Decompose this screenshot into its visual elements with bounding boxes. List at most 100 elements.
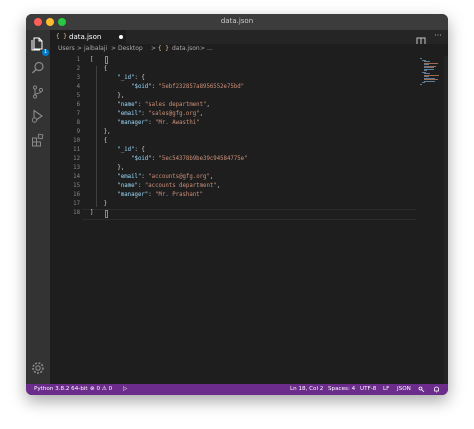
breadcrumb-separator: > (151, 45, 157, 52)
line-text: "email": "sales@gfg.org", (117, 111, 204, 117)
line-number: 5 (76, 93, 80, 99)
code-line[interactable]: 17 } (50, 200, 448, 209)
breadcrumb-item[interactable]: Desktop (118, 45, 143, 52)
code-editor[interactable]: 1[2 {3 "_id": {4 "$oid": "5ebf232857a895… (50, 56, 448, 384)
feedback-icon[interactable] (418, 386, 425, 395)
code-line[interactable]: 7 "email": "sales@gfg.org", (50, 110, 448, 119)
more-actions-button[interactable]: ··· (433, 32, 443, 42)
line-number: 14 (73, 174, 80, 180)
breadcrumb: Users > jaibalaji > Desktop > { } data.j… (50, 44, 448, 55)
gear-icon[interactable] (30, 360, 46, 376)
code-line[interactable]: 15 "name": "accounts department", (50, 182, 448, 191)
line-number: 4 (76, 84, 80, 90)
line-number: 9 (76, 129, 80, 135)
code-line[interactable]: 4 "$oid": "5ebf232857a8956552e75bd" (50, 83, 448, 92)
vertical-scrollbar[interactable] (444, 56, 448, 384)
line-number: 6 (76, 102, 80, 108)
line-number: 16 (73, 192, 80, 198)
split-editor-icon[interactable] (416, 32, 426, 47)
code-line[interactable]: 10 { (50, 137, 448, 146)
code-line[interactable]: 16 "manager": "Mr. Prashant" (50, 191, 448, 200)
line-number: 1 (76, 57, 80, 63)
json-file-icon: { } (158, 45, 169, 52)
tab-bar: { } data.json ··· (50, 30, 448, 47)
json-file-icon: { } (56, 33, 67, 40)
line-text: "$oid": "5ec54378b9be39c94584775e" (131, 156, 248, 162)
unsaved-dot-icon[interactable] (119, 35, 123, 39)
line-number: 8 (76, 120, 80, 126)
explorer-icon[interactable]: 1 (30, 36, 49, 56)
cursor-position[interactable]: Ln 18, Col 2 (290, 386, 323, 392)
line-text: { (90, 66, 108, 72)
breadcrumb-item[interactable]: jaibalaji (84, 45, 107, 52)
tab-data-json[interactable]: { } data.json (50, 30, 126, 44)
vscode-window: data.json 1 { } data.json ··· Users > ja… (26, 14, 448, 395)
run-debug-icon[interactable] (30, 108, 46, 124)
line-text: "$oid": "5ebf232857a8956552e75bd" (131, 84, 245, 90)
run-icon[interactable]: ▷ (123, 386, 127, 392)
extensions-icon[interactable] (30, 132, 46, 148)
indentation-button[interactable]: Spaces: 4 (328, 386, 355, 392)
bell-icon[interactable] (433, 386, 440, 395)
line-text: [ (90, 57, 94, 63)
activity-bar: 1 (26, 30, 50, 384)
minimap[interactable] (418, 56, 444, 86)
line-text: "name": "sales department", (117, 102, 210, 108)
code-line[interactable]: 5 }, (50, 92, 448, 101)
eol-button[interactable]: LF (383, 386, 389, 392)
code-line[interactable]: 14 "email": "accounts@gfg.org", (50, 173, 448, 182)
line-text: "email": "accounts@gfg.org", (117, 174, 214, 180)
line-text: } (90, 201, 108, 207)
breadcrumb-item[interactable]: ... (207, 45, 213, 52)
line-number: 15 (73, 183, 80, 189)
line-text: }, (90, 129, 111, 135)
python-interpreter-button[interactable]: Python 3.8.2 64-bit (34, 386, 88, 392)
line-text: "_id": { (117, 75, 145, 81)
search-icon[interactable] (30, 60, 46, 76)
bracket-match (105, 210, 108, 218)
code-line[interactable]: 12 "$oid": "5ec54378b9be39c94584775e" (50, 155, 448, 164)
explorer-badge: 1 (42, 49, 49, 56)
code-line[interactable]: 11 "_id": { (50, 146, 448, 155)
line-number: 17 (73, 201, 80, 207)
line-text: { (90, 138, 108, 144)
source-control-icon[interactable] (30, 84, 46, 100)
line-number: 2 (76, 66, 80, 72)
line-number: 10 (73, 138, 80, 144)
title-bar: data.json (26, 14, 448, 30)
status-bar: Python 3.8.2 64-bit ⊗ 0 ⚠ 0 ▷ Ln 18, Col… (26, 384, 448, 395)
code-line[interactable]: 1[ (50, 56, 448, 65)
breadcrumb-separator: > (111, 45, 117, 52)
code-line[interactable]: 2 { (50, 65, 448, 74)
encoding-button[interactable]: UTF-8 (360, 386, 376, 392)
line-number: 3 (76, 75, 80, 81)
code-line[interactable]: 13 }, (50, 164, 448, 173)
code-line[interactable]: 18] (50, 209, 448, 218)
breadcrumb-item[interactable]: data.json (172, 45, 200, 52)
line-number: 11 (73, 147, 80, 153)
bracket-match (105, 56, 108, 64)
minimap-line (420, 83, 422, 85)
line-text: ] (90, 210, 94, 216)
language-mode-button[interactable]: JSON (397, 386, 411, 392)
line-number: 13 (73, 165, 80, 171)
line-text: "manager": "Mr. Prashant" (117, 192, 204, 198)
line-number: 12 (73, 156, 80, 162)
code-line[interactable]: 6 "name": "sales department", (50, 101, 448, 110)
code-line[interactable]: 9 }, (50, 128, 448, 137)
line-text: "_id": { (117, 147, 145, 153)
code-line[interactable]: 8 "manager": "Mr. Awasthi" (50, 119, 448, 128)
line-text: }, (90, 93, 125, 99)
window-title: data.json (220, 17, 254, 25)
tab-label: data.json (69, 33, 102, 41)
breadcrumb-item[interactable]: Users (58, 45, 75, 52)
breadcrumb-separator: > (200, 45, 206, 52)
line-number: 18 (73, 210, 80, 216)
problems-button[interactable]: ⊗ 0 ⚠ 0 (90, 386, 112, 392)
line-text: "manager": "Mr. Awasthi" (117, 120, 200, 126)
code-line[interactable]: 3 "_id": { (50, 74, 448, 83)
line-number: 7 (76, 111, 80, 117)
minimap-line (424, 80, 435, 82)
minimap-line (422, 82, 425, 83)
line-text: }, (90, 165, 125, 171)
